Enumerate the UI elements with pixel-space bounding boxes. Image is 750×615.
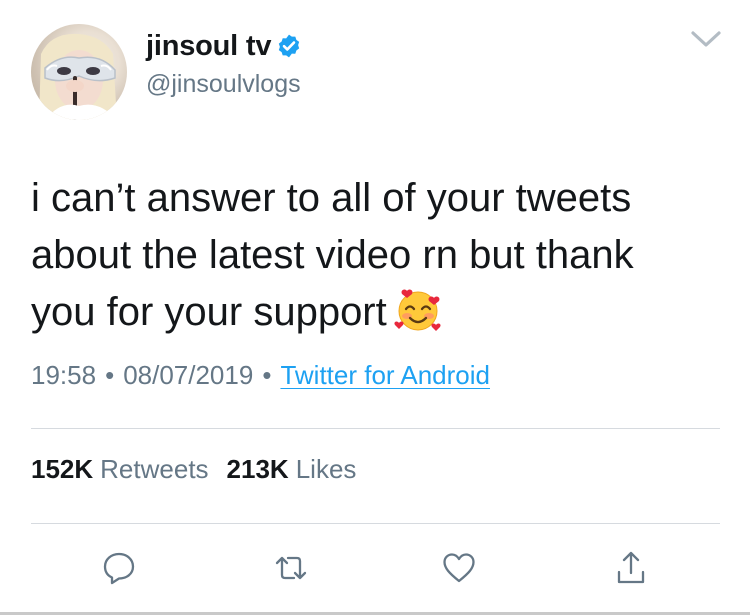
smiling-face-with-hearts-icon xyxy=(393,285,443,335)
tweet-stats: 152K Retweets 213K Likes xyxy=(31,454,356,485)
retweet-icon xyxy=(275,556,307,580)
tweet-card: jinsoul tv @jinsoulvlogs i can’t answer … xyxy=(0,0,750,615)
likes-label[interactable]: Likes xyxy=(296,454,357,485)
name-row: jinsoul tv xyxy=(146,29,302,63)
reply-icon xyxy=(103,552,135,585)
avatar[interactable] xyxy=(31,24,127,120)
like-button[interactable] xyxy=(441,550,477,586)
likes-count[interactable]: 213K xyxy=(227,454,289,485)
retweets-label[interactable]: Retweets xyxy=(100,454,208,485)
divider xyxy=(31,428,720,429)
display-name[interactable]: jinsoul tv xyxy=(146,30,271,63)
tweet-meta: 19:58 • 08/07/2019 • Twitter for Android xyxy=(31,360,490,391)
chevron-down-icon[interactable] xyxy=(688,24,724,54)
tweet-text: i can’t answer to all of your tweets abo… xyxy=(31,176,634,334)
tweet-body: i can’t answer to all of your tweets abo… xyxy=(31,170,721,341)
tweet-date[interactable]: 08/07/2019 xyxy=(123,360,253,391)
user-handle[interactable]: @jinsoulvlogs xyxy=(146,70,301,99)
tweet-time[interactable]: 19:58 xyxy=(31,360,96,391)
share-button[interactable] xyxy=(613,550,649,586)
retweets-count[interactable]: 152K xyxy=(31,454,93,485)
meta-separator: • xyxy=(105,360,115,390)
avatar-photo xyxy=(39,33,117,120)
meta-separator: • xyxy=(262,360,272,390)
heart-icon xyxy=(443,553,475,583)
retweet-button[interactable] xyxy=(273,550,309,586)
divider xyxy=(31,523,720,524)
share-icon xyxy=(617,551,645,584)
reply-button[interactable] xyxy=(101,550,137,586)
verified-badge-icon xyxy=(276,33,302,59)
tweet-source-link[interactable]: Twitter for Android xyxy=(280,360,490,391)
